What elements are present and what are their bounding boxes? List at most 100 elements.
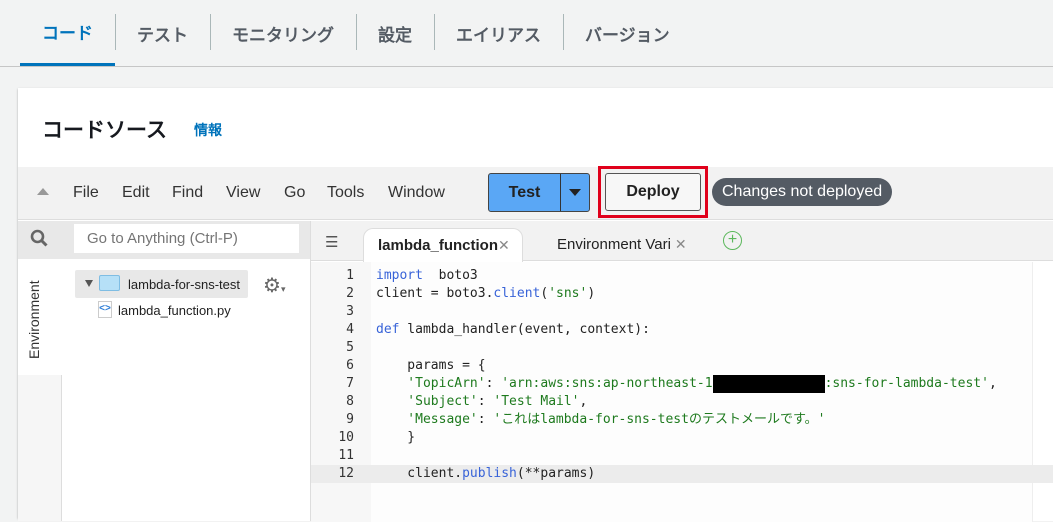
code-line: 5 xyxy=(311,339,1053,357)
code-token: (**params) xyxy=(516,466,596,481)
code-text: 'Message': 'これはlambda-for-sns-testのテストメー… xyxy=(376,411,825,429)
tab-label: lambda_function xyxy=(378,237,499,254)
environment-label: Environment xyxy=(26,280,42,359)
code-token: : xyxy=(477,394,494,409)
code-text: import boto3 xyxy=(376,267,478,285)
search-row xyxy=(18,221,310,259)
code-line: 3 xyxy=(311,303,1053,321)
menu-view[interactable]: View xyxy=(226,184,260,202)
status-badge: Changes not deployed xyxy=(712,178,893,206)
go-to-anything-input[interactable] xyxy=(74,224,299,253)
code-token: :sns-for-lambda-test' xyxy=(824,376,989,391)
tab-1[interactable]: テスト xyxy=(115,0,210,66)
code-token: : xyxy=(485,376,502,391)
code-line: 7 'TopicArn': 'arn:aws:sns:ap-northeast-… xyxy=(311,375,1053,393)
code-token: client = boto3. xyxy=(376,286,494,301)
file-sidebar: Environment lambda-for-sns-test ⚙▾ <> la… xyxy=(18,221,311,521)
tab-2[interactable]: モニタリング xyxy=(210,0,356,66)
tab-3[interactable]: 設定 xyxy=(356,0,434,66)
code-line: 9 'Message': 'これはlambda-for-sns-testのテスト… xyxy=(311,411,1053,429)
info-link[interactable]: 情報 xyxy=(194,120,222,140)
line-number: 4 xyxy=(346,322,354,337)
editor-tab-lambda-function[interactable]: lambda_function✕ xyxy=(363,228,523,262)
menu-find[interactable]: Find xyxy=(172,184,203,202)
collapse-icon[interactable] xyxy=(37,188,49,195)
search-icon xyxy=(30,229,48,247)
folder-icon xyxy=(99,275,120,291)
tab-5[interactable]: バージョン xyxy=(563,0,692,66)
code-text: 'Subject': 'Test Mail', xyxy=(376,393,587,411)
line-number: 3 xyxy=(346,304,354,319)
code-token: 'arn:aws:sns:ap-northeast-1 xyxy=(501,376,713,391)
line-number: 7 xyxy=(346,376,354,391)
deploy-button[interactable]: Deploy xyxy=(605,173,701,211)
code-token: 'sns' xyxy=(548,286,588,301)
tab-4[interactable]: エイリアス xyxy=(434,0,563,66)
code-token: } xyxy=(376,430,416,445)
tab-label: Environment Vari xyxy=(557,236,671,253)
editor-tab-bar: ☰ lambda_function✕ Environment Vari ✕ + xyxy=(311,221,1053,262)
menu-file[interactable]: File xyxy=(73,184,99,202)
function-tabs: コード テスト モニタリング 設定 エイリアス バージョン xyxy=(0,0,1053,67)
code-text: def lambda_handler(event, context): xyxy=(376,321,650,339)
gear-icon[interactable]: ⚙▾ xyxy=(263,273,285,298)
code-editor: ☰ lambda_function✕ Environment Vari ✕ + … xyxy=(311,221,1053,522)
code-token: def xyxy=(376,322,400,337)
code-token: ) xyxy=(587,286,596,301)
code-text: client = boto3.client('sns') xyxy=(376,285,595,303)
line-number: 1 xyxy=(346,268,354,283)
code-token: lambda_handler(event, context): xyxy=(399,322,650,337)
side-panel-strip: Environment xyxy=(18,259,62,521)
line-number: 2 xyxy=(346,286,354,301)
code-token: params = { xyxy=(376,358,486,373)
code-token: boto3 xyxy=(422,268,478,283)
menu-go[interactable]: Go xyxy=(284,184,305,202)
add-tab-icon[interactable]: + xyxy=(723,231,742,250)
code-token: import xyxy=(376,268,423,283)
code-token: , xyxy=(579,394,588,409)
menu-window[interactable]: Window xyxy=(388,184,445,202)
code-line: 12 client.publish(**params) xyxy=(311,465,1053,483)
folder-name: lambda-for-sns-test xyxy=(128,277,240,292)
line-number: 10 xyxy=(338,430,354,445)
close-icon[interactable]: ✕ xyxy=(498,237,510,253)
code-token: , xyxy=(988,376,997,391)
deploy-highlight: Deploy xyxy=(598,166,708,218)
tab-0[interactable]: コード xyxy=(20,0,115,66)
code-line: 6 params = { xyxy=(311,357,1053,375)
page-title: コードソース xyxy=(42,119,167,142)
menu-tools[interactable]: Tools xyxy=(327,184,364,202)
code-line: 8 'Subject': 'Test Mail', xyxy=(311,393,1053,411)
code-source-panel: コードソース 情報 Test Deploy Changes not deploy… xyxy=(18,88,1053,522)
folder-item[interactable]: lambda-for-sns-test xyxy=(75,270,248,298)
menu-edit[interactable]: Edit xyxy=(122,184,150,202)
line-number: 5 xyxy=(346,340,354,355)
close-icon[interactable]: ✕ xyxy=(671,236,687,252)
code-text: client.publish(**params) xyxy=(376,465,595,483)
code-line: 2 client = boto3.client('sns') xyxy=(311,285,1053,303)
ide-toolbar: Test Deploy Changes not deployed File Edi… xyxy=(18,166,1053,220)
code-token: 'これはlambda-for-sns-testのテストメールです。' xyxy=(493,412,826,427)
code-token: client. xyxy=(376,466,463,481)
environment-tab[interactable]: Environment xyxy=(18,259,62,375)
code-line: 11 xyxy=(311,447,1053,465)
test-dropdown-icon[interactable] xyxy=(561,174,589,211)
code-line: 4 def lambda_handler(event, context): xyxy=(311,321,1053,339)
code-text: 'TopicArn': 'arn:aws:sns:ap-northeast-1:… xyxy=(376,375,997,393)
tab-list-icon[interactable]: ☰ xyxy=(325,233,338,251)
test-button-label[interactable]: Test xyxy=(489,174,561,211)
line-number: 8 xyxy=(346,394,354,409)
line-number: 12 xyxy=(338,466,354,481)
expand-arrow-icon[interactable] xyxy=(85,280,93,287)
code-token: 'Subject' xyxy=(376,394,478,409)
file-item[interactable]: <> lambda_function.py xyxy=(98,301,231,318)
code-text: params = { xyxy=(376,357,486,375)
line-number: 6 xyxy=(346,358,354,373)
code-line: 1 import boto3 xyxy=(311,267,1053,285)
python-file-icon: <> xyxy=(98,301,112,318)
code-token: client xyxy=(493,286,541,301)
test-button[interactable]: Test xyxy=(488,173,590,212)
editor-tab-environment-variables[interactable]: Environment Vari ✕ xyxy=(543,228,713,262)
line-number: 11 xyxy=(338,448,354,463)
code-token: publish xyxy=(462,466,517,481)
